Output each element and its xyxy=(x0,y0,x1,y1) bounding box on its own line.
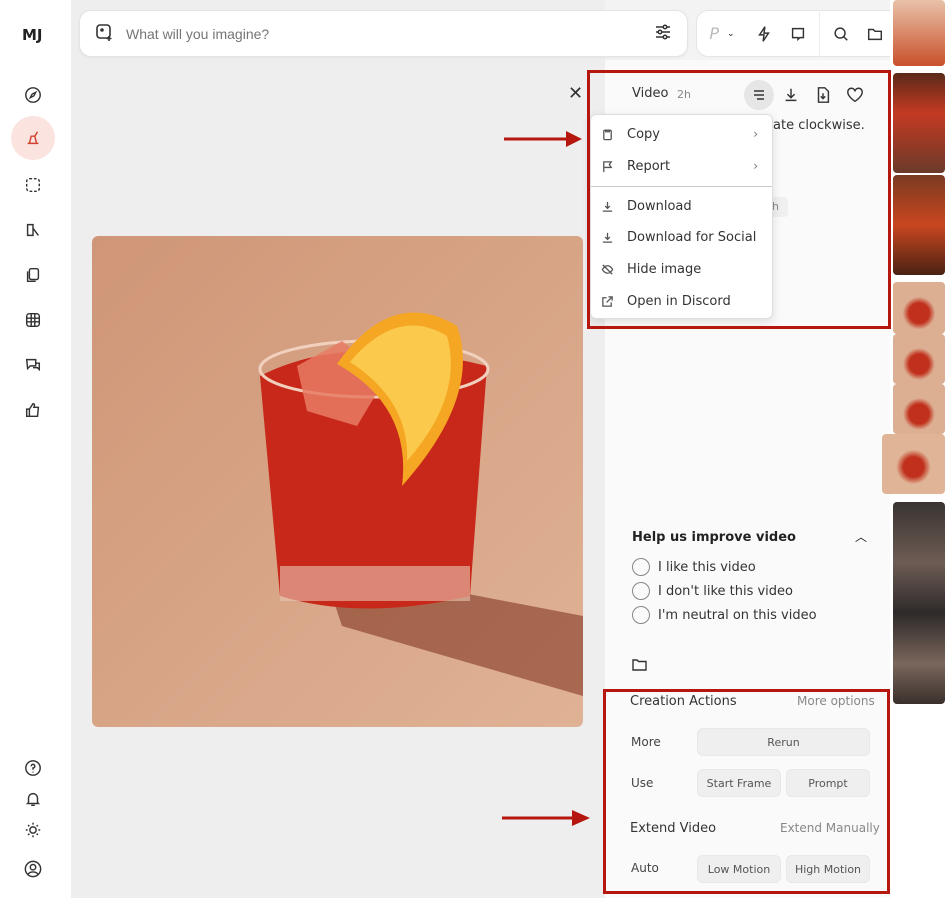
annotation-box xyxy=(603,689,890,894)
logo[interactable]: MJ xyxy=(22,26,43,44)
settings-sliders-icon[interactable] xyxy=(653,22,673,46)
prompt-bar xyxy=(79,10,688,57)
lightning-icon[interactable] xyxy=(747,14,781,54)
feedback-title: Help us improve video xyxy=(632,530,796,545)
folder-icon[interactable] xyxy=(632,656,647,675)
close-icon[interactable]: ✕ xyxy=(568,83,583,104)
thumbnail[interactable] xyxy=(893,73,945,173)
like-icon[interactable] xyxy=(21,398,45,422)
prompt-input[interactable] xyxy=(126,25,641,42)
cocktail-image[interactable] xyxy=(92,236,583,727)
toolbar: P ⌄ xyxy=(696,10,913,57)
annotation-box xyxy=(587,70,891,329)
mode-select[interactable]: P ⌄ xyxy=(697,14,747,54)
annotation-arrow xyxy=(504,131,582,147)
thumbnail[interactable] xyxy=(893,282,945,334)
create-icon[interactable] xyxy=(21,126,45,150)
thumbnail[interactable] xyxy=(893,0,945,66)
radio-dislike[interactable]: I don't like this video xyxy=(632,582,793,600)
chevron-up-icon[interactable]: ︿ xyxy=(855,528,867,545)
bell-icon[interactable] xyxy=(21,787,45,811)
search-icon[interactable] xyxy=(824,14,858,54)
chat-bubble-icon[interactable] xyxy=(781,14,815,54)
sidebar: MJ xyxy=(0,0,71,898)
thumbnail-selected[interactable] xyxy=(882,434,945,494)
thumbnail[interactable] xyxy=(893,502,945,704)
edit-icon[interactable] xyxy=(21,173,45,197)
thumbnail[interactable] xyxy=(893,384,945,434)
add-image-icon[interactable] xyxy=(94,22,114,46)
organize-icon[interactable] xyxy=(21,263,45,287)
folder-icon[interactable] xyxy=(858,14,892,54)
annotation-arrow xyxy=(502,810,590,826)
personalize-icon[interactable] xyxy=(21,218,45,242)
radio-like[interactable]: I like this video xyxy=(632,558,756,576)
explore-icon[interactable] xyxy=(21,83,45,107)
thumbnail[interactable] xyxy=(893,175,945,275)
chevron-down-icon: ⌄ xyxy=(727,28,735,39)
account-icon[interactable] xyxy=(21,857,45,881)
thumbnail[interactable] xyxy=(893,334,945,384)
mode-letter: P xyxy=(709,24,720,43)
chat-icon[interactable] xyxy=(21,353,45,377)
help-icon[interactable] xyxy=(21,756,45,780)
grid-icon[interactable] xyxy=(21,308,45,332)
radio-neutral[interactable]: I'm neutral on this video xyxy=(632,606,817,624)
sun-icon[interactable] xyxy=(21,818,45,842)
thumbnail-strip xyxy=(882,0,945,898)
